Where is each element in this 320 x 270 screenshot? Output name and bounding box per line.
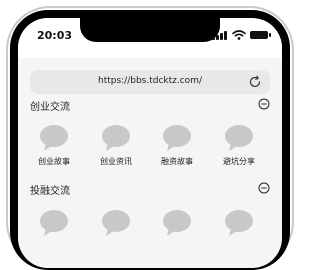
chat-bubble-icon [163,210,191,236]
category-item[interactable]: 创业故事 [24,124,84,174]
reload-icon[interactable] [248,75,262,89]
signal-icon [212,30,228,40]
category-item[interactable]: 创业资讯 [86,124,146,174]
section-title: 创业交流 [30,102,70,113]
chat-bubble-icon [225,125,253,151]
chat-bubble-icon [102,210,130,236]
category-item[interactable] [209,209,269,249]
chat-bubble-icon [225,210,253,236]
collapse-icon[interactable] [258,182,270,194]
status-bar: 20:03 [18,18,282,58]
notch [80,18,220,42]
status-icons [208,30,271,40]
category-label: 创业资讯 [100,157,132,166]
collapse-icon[interactable] [258,98,270,110]
url-bar[interactable]: https://bbs.tdcktz.com/ [30,70,270,94]
section-startup-exchange: 创业交流 创业故事 创业资讯 融资故事 避坑分享 [18,94,282,184]
category-item[interactable]: 避坑分享 [209,124,269,174]
category-item[interactable] [24,209,84,249]
url-text[interactable]: https://bbs.tdcktz.com/ [30,76,270,86]
chat-bubble-icon [102,125,130,151]
category-item[interactable] [147,209,207,249]
browser-toolbar: https://bbs.tdcktz.com/ [18,58,282,94]
chat-bubble-icon [163,125,191,151]
chat-bubble-icon [40,210,68,236]
category-label: 创业故事 [38,157,70,166]
category-label: 避坑分享 [223,157,255,166]
section-investment-exchange: 投融交流 [18,178,282,258]
status-time: 20:03 [37,29,73,42]
phone-screen: 20:03 https://bbs.tdcktz.com/ 创业交流 创业故事 … [18,18,282,268]
battery-icon [250,31,271,39]
category-item[interactable]: 融资故事 [147,124,207,174]
chat-bubble-icon [40,125,68,151]
section-title: 投融交流 [30,186,70,197]
category-item[interactable] [86,209,146,249]
category-label: 融资故事 [161,157,193,166]
wifi-icon [232,30,246,40]
